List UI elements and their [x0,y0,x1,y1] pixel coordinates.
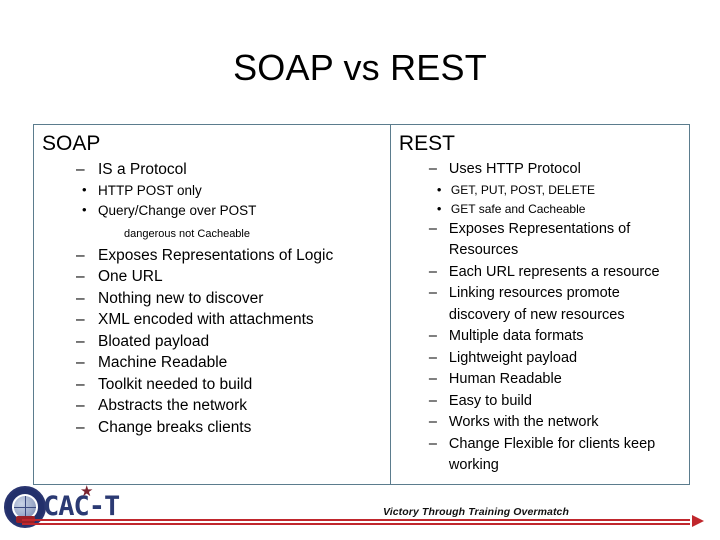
dash-bullet-icon: – [76,397,85,414]
dash-bullet-icon: – [76,289,85,307]
dash-bullet-icon: – [76,418,85,436]
star-icon: ★ [80,483,94,500]
slide-footer: ★ CAC-T Victory Through Training Overmat… [0,484,720,540]
dot-bullet-icon: • [82,181,87,197]
list-item: – Bloated payload [76,331,384,353]
dash-bullet-icon: – [428,414,437,430]
arrow-right-icon [692,515,704,527]
dash-bullet-icon: – [76,311,85,328]
list-item: – Exposes Representations of Logic [76,245,384,267]
list-item-label: Lightweight payload [448,349,578,366]
column-heading-rest: REST [398,132,455,155]
list-item: • GET, PUT, POST, DELETE [437,181,683,200]
list-item: • Query/Change over POST [82,201,384,221]
list-item-label: One URL [98,268,163,285]
footer-rule-line-bottom [22,523,690,525]
list-item: – Each URL represents a resource [429,262,683,284]
dot-bullet-icon: • [436,181,442,197]
list-item-label: Bloated payload [98,332,210,350]
list-item-label: Nothing new to discover [98,289,264,307]
dash-bullet-icon: – [76,375,85,393]
list-item-label: Change breaks clients [98,418,252,436]
list-item-label: Multiple data formats [448,328,584,344]
list-item-label: Change Flexible for clients keep working [448,435,656,474]
list-item-label: Human Readable [448,371,562,387]
soap-bullet-list-rest: – Exposes Representations of Logic – One… [40,245,384,439]
soap-bullet-list-top: – IS a Protocol [40,159,384,181]
list-item: – Easy to build [429,391,683,413]
rest-bullet-list-top: – Uses HTTP Protocol [397,159,683,181]
list-item: – Machine Readable [76,352,384,374]
table-column-rest: REST – Uses HTTP Protocol • GET, PUT, PO… [391,125,689,484]
list-item: – Change breaks clients [76,417,384,439]
dot-bullet-icon: • [82,201,87,217]
list-item: – Abstracts the network [76,395,384,417]
dash-bullet-icon: – [428,285,437,301]
dash-bullet-icon: – [428,161,437,177]
list-item: – Multiple data formats [429,326,683,348]
dash-bullet-icon: – [76,246,85,264]
column-heading-soap: SOAP [42,132,101,155]
dot-bullet-icon: • [436,200,442,216]
list-item-label: GET safe and Cacheable [450,201,586,216]
list-item: – Works with the network [429,412,683,434]
list-item-label: HTTP POST only [98,182,202,198]
list-item: • HTTP POST only [82,181,384,201]
globe-icon [14,496,36,518]
dash-bullet-icon: – [76,268,85,285]
list-item-label: Uses HTTP Protocol [448,161,581,177]
list-item-label: Toolkit needed to build [98,375,253,393]
dash-bullet-icon: – [76,354,85,371]
soap-note-text: dangerous not Cacheable [124,227,250,240]
list-item-label: Each URL represents a resource [448,263,660,280]
list-item: – Lightweight payload [429,348,683,370]
table-column-soap: SOAP – IS a Protocol • HTTP POST only • … [34,125,391,484]
dash-bullet-icon: – [428,435,437,452]
list-item: – Nothing new to discover [76,288,384,310]
list-item-label: IS a Protocol [98,161,187,178]
dash-bullet-icon: – [76,332,85,350]
list-item-label: Abstracts the network [98,397,248,414]
footer-rule-line-top [22,519,690,521]
rest-bullet-list-rest: – Exposes Representations of Resources –… [397,219,683,477]
footer-tagline: Victory Through Training Overmatch [375,506,578,518]
comparison-table: SOAP – IS a Protocol • HTTP POST only • … [33,124,690,485]
dash-bullet-icon: – [76,161,85,178]
list-item: – XML encoded with attachments [76,309,384,331]
dash-bullet-icon: – [428,349,437,366]
list-item-label: Easy to build [448,392,532,409]
list-item: – Human Readable [429,369,683,391]
list-item: – Linking resources promote discovery of… [429,283,683,326]
dash-bullet-icon: – [428,328,437,344]
list-item: • GET safe and Cacheable [437,200,683,219]
list-item-label: Exposes Representations of Logic [98,246,334,264]
list-item-label: Query/Change over POST [98,202,257,218]
list-item-label: Linking resources promote discovery of n… [448,285,625,323]
list-item-label: GET, PUT, POST, DELETE [450,182,595,197]
dash-bullet-icon: – [428,263,437,280]
soap-sub-bullet-list: • HTTP POST only • Query/Change over POS… [40,181,384,221]
list-item: – Exposes Representations of Resources [429,219,683,262]
dash-bullet-icon: – [428,392,437,409]
list-item-label: Exposes Representations of Resources [448,220,631,259]
list-item: – One URL [76,266,384,288]
list-item-label: Works with the network [448,414,599,430]
list-item-label: XML encoded with attachments [98,311,314,328]
list-item: – IS a Protocol [76,159,384,181]
list-item: – Change Flexible for clients keep worki… [429,434,683,477]
dash-bullet-icon: – [428,371,437,387]
footer-rule [22,519,690,525]
page-title: SOAP vs REST [233,47,487,88]
dash-bullet-icon: – [428,220,437,237]
rest-sub-bullet-list: • GET, PUT, POST, DELETE • GET safe and … [397,181,683,219]
list-item: – Toolkit needed to build [76,374,384,396]
list-item: – Uses HTTP Protocol [429,159,683,181]
list-item-label: Machine Readable [98,354,228,371]
